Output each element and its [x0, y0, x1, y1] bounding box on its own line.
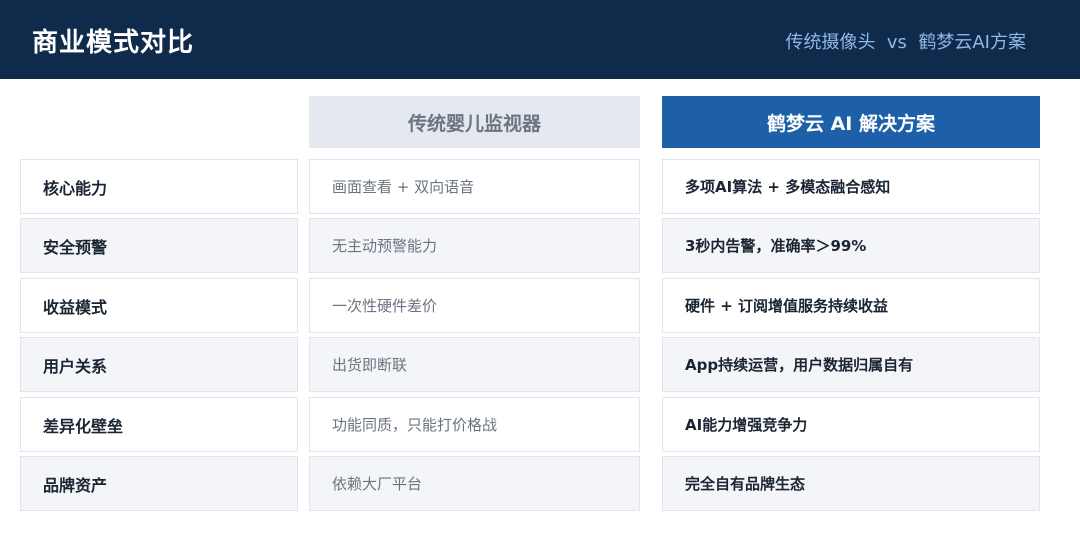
row-label-revenue-model: 收益模式 — [20, 278, 298, 333]
row-label-brand-assets: 品牌资产 — [20, 456, 298, 511]
row-ai-user-relationship: App持续运营，用户数据归属自有 — [662, 337, 1040, 392]
row-ai-safety-alert: 3秒内告警，准确率＞99% — [662, 218, 1040, 273]
row-traditional-user-relationship: 出货即断联 — [309, 337, 640, 392]
row-label-differentiation: 差异化壁垒 — [20, 397, 298, 452]
row-traditional-revenue-model: 一次性硬件差价 — [309, 278, 640, 333]
row-traditional-core-capability: 画面查看 + 双向语音 — [309, 159, 640, 214]
row-traditional-safety-alert: 无主动预警能力 — [309, 218, 640, 273]
row-ai-revenue-model: 硬件 + 订阅增值服务持续收益 — [662, 278, 1040, 333]
column-header-ai: 鹤梦云 AI 解决方案 — [662, 96, 1040, 148]
page-title: 商业模式对比 — [32, 28, 195, 58]
page-subtitle: 传统摄像头 vs 鹤梦云AI方案 — [785, 32, 1026, 53]
row-ai-differentiation: AI能力增强竞争力 — [662, 397, 1040, 452]
row-label-core-capability: 核心能力 — [20, 159, 298, 214]
row-label-safety-alert: 安全预警 — [20, 218, 298, 273]
row-label-user-relationship: 用户关系 — [20, 337, 298, 392]
row-ai-core-capability: 多项AI算法 + 多模态融合感知 — [662, 159, 1040, 214]
row-traditional-differentiation: 功能同质，只能打价格战 — [309, 397, 640, 452]
row-traditional-brand-assets: 依赖大厂平台 — [309, 456, 640, 511]
column-header-traditional: 传统婴儿监视器 — [309, 96, 640, 148]
row-ai-brand-assets: 完全自有品牌生态 — [662, 456, 1040, 511]
header-bar: 商业模式对比 传统摄像头 vs 鹤梦云AI方案 — [0, 0, 1080, 79]
